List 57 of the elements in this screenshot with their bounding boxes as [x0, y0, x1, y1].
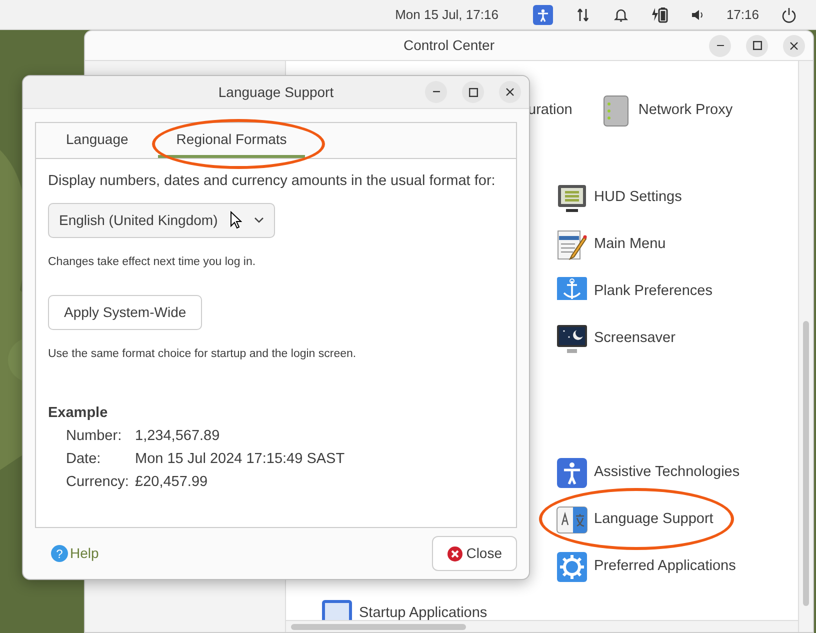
applet-label[interactable]: Screensaver	[594, 328, 676, 350]
close-button[interactable]	[499, 81, 521, 103]
applet-label[interactable]: Assistive Technologies	[594, 462, 740, 484]
applet-label[interactable]: Startup Applications	[359, 602, 488, 620]
close-button[interactable]: Close	[432, 536, 517, 571]
caret-icon	[254, 217, 264, 224]
tab[interactable]: Regional Formats	[158, 123, 305, 158]
notification-bell-icon[interactable]	[613, 6, 630, 22]
maximize-icon	[468, 88, 478, 96]
translation-icon[interactable]	[556, 504, 588, 536]
accessibility-icon[interactable]	[556, 456, 588, 488]
window-icon[interactable]	[321, 598, 353, 620]
gear-icon[interactable]	[556, 550, 588, 582]
close-icon	[790, 42, 798, 50]
example-value: Mon 15 Jul 2024 17:15:49 SAST	[135, 450, 345, 469]
power-icon[interactable]	[781, 6, 797, 22]
applet-label[interactable]: Language Support	[594, 508, 714, 530]
help-icon: ?	[51, 545, 68, 562]
applet-label[interactable]: Preferred Applications	[594, 556, 736, 578]
close-button[interactable]	[783, 34, 805, 56]
tab[interactable]: Language	[48, 123, 146, 158]
applet-label[interactable]: Main Menu	[594, 234, 666, 256]
network-arrows-icon[interactable]	[575, 6, 592, 22]
minimize-icon	[716, 44, 724, 46]
example-label: Currency:	[66, 473, 130, 492]
applet-label[interactable]: Plank Preferences	[594, 280, 712, 302]
prompt-text: Display numbers, dates and currency amounts in the usual format for:	[48, 172, 496, 191]
hint-text: Changes take effect next time you log in.	[48, 254, 257, 270]
mouse-pointer-icon	[230, 211, 242, 230]
clock-date[interactable]: Mon 15 Jul, 17:16	[395, 4, 498, 24]
clock-time[interactable]: 17:16	[726, 4, 759, 24]
format-dropdown[interactable]: English (United Kingdom)	[48, 202, 275, 238]
maximize-button[interactable]	[746, 34, 768, 56]
battery-icon[interactable]	[651, 6, 668, 22]
example-value: £20,457.99	[135, 473, 208, 492]
close-icon	[447, 546, 464, 562]
list-pencil-icon[interactable]	[556, 228, 588, 260]
accessibility-icon[interactable]	[533, 4, 554, 24]
help-link[interactable]: ? Help	[51, 543, 99, 564]
minimize-icon	[432, 91, 440, 93]
example-label: Date:	[66, 450, 102, 469]
maximize-icon	[752, 41, 762, 50]
applet-label[interactable]: HUD Settings	[594, 186, 682, 208]
window-title: Control Center	[403, 36, 495, 55]
anchor-icon[interactable]	[556, 276, 588, 308]
vertical-scrollbar[interactable]	[799, 61, 813, 632]
hint-text: Use the same format choice for startup and the login screen.	[48, 347, 358, 362]
maximize-button[interactable]	[462, 81, 484, 103]
example-heading: Example	[48, 404, 109, 424]
dialog-title: Language Support	[218, 82, 334, 102]
close-icon	[506, 88, 514, 96]
applet-label[interactable]: Network Proxy	[638, 100, 733, 122]
apply-system-wide-button[interactable]: Apply System-Wide	[48, 295, 202, 330]
example-value: 1,234,567.89	[135, 427, 220, 446]
example-label: Number:	[66, 427, 123, 446]
horizontal-scrollbar[interactable]	[286, 620, 798, 632]
night-screen-icon[interactable]	[556, 322, 588, 354]
